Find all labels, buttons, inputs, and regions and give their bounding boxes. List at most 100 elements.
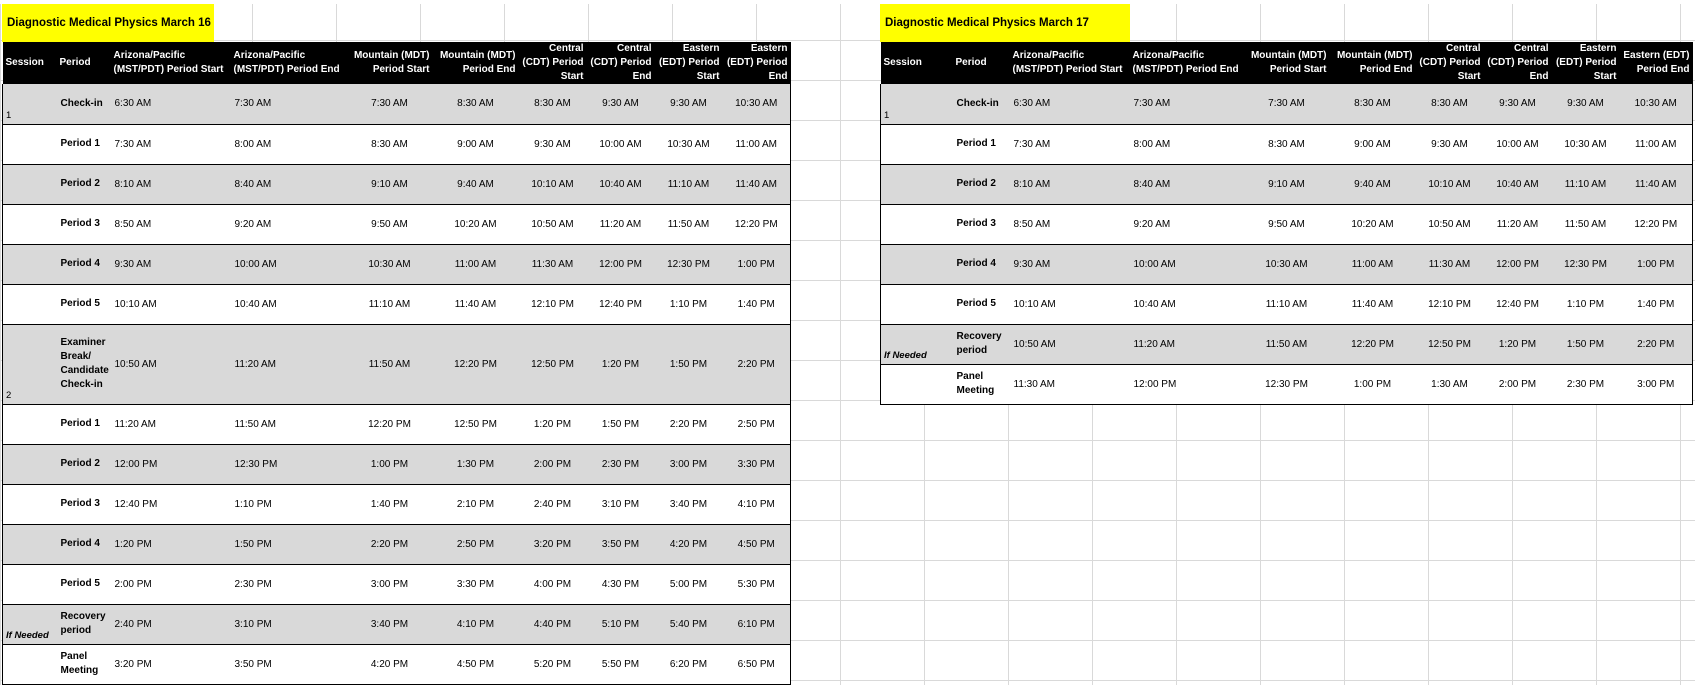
schedule-title[interactable]: Diagnostic Medical Physics March 17	[880, 4, 1130, 42]
time-cell[interactable]: 9:40 AM	[1329, 164, 1416, 205]
time-cell[interactable]: 2:50 PM	[432, 524, 519, 565]
time-cell[interactable]: 4:30 PM	[586, 564, 655, 605]
session-cell[interactable]: 1	[880, 84, 953, 125]
time-cell[interactable]: 7:30 AM	[1129, 84, 1244, 125]
time-cell[interactable]: 10:40 AM	[1129, 284, 1244, 325]
time-cell[interactable]: 9:50 AM	[1243, 204, 1330, 245]
time-cell[interactable]: 3:00 PM	[1619, 364, 1693, 405]
time-cell[interactable]: 2:00 PM	[518, 444, 587, 485]
time-cell[interactable]: 10:30 AM	[654, 124, 723, 165]
period-cell[interactable]: Period 2	[952, 164, 1010, 205]
time-cell[interactable]: 4:50 PM	[722, 524, 791, 565]
column-header-2[interactable]: Arizona/Pacific (MST/PDT) Period Start	[110, 42, 231, 84]
time-cell[interactable]: 11:40 AM	[722, 164, 791, 205]
time-cell[interactable]: 10:30 AM	[346, 244, 433, 285]
time-cell[interactable]: 11:50 AM	[346, 324, 433, 405]
time-cell[interactable]: 4:00 PM	[518, 564, 587, 605]
column-header-8[interactable]: Eastern (EDT) Period Start	[654, 42, 723, 84]
time-cell[interactable]: 9:30 AM	[518, 124, 587, 165]
column-header-4[interactable]: Mountain (MDT) Period Start	[346, 42, 433, 84]
time-cell[interactable]: 12:30 PM	[230, 444, 347, 485]
time-cell[interactable]: 9:30 AM	[110, 244, 231, 285]
time-cell[interactable]: 12:20 PM	[722, 204, 791, 245]
time-cell[interactable]: 5:00 PM	[654, 564, 723, 605]
time-cell[interactable]: 1:00 PM	[346, 444, 433, 485]
time-cell[interactable]: 10:00 AM	[586, 124, 655, 165]
time-cell[interactable]: 2:20 PM	[346, 524, 433, 565]
time-cell[interactable]: 11:50 AM	[1243, 324, 1330, 365]
time-cell[interactable]: 6:30 AM	[1009, 84, 1130, 125]
period-cell[interactable]: Period 5	[952, 284, 1010, 325]
time-cell[interactable]: 8:10 AM	[1009, 164, 1130, 205]
time-cell[interactable]: 3:10 PM	[586, 484, 655, 525]
time-cell[interactable]: 10:10 AM	[518, 164, 587, 205]
time-cell[interactable]: 3:50 PM	[586, 524, 655, 565]
time-cell[interactable]: 12:20 PM	[346, 404, 433, 445]
time-cell[interactable]: 9:40 AM	[432, 164, 519, 205]
time-cell[interactable]: 9:50 AM	[346, 204, 433, 245]
period-cell[interactable]: Examiner Break/ Candidate Check-in	[56, 324, 111, 405]
session-cell[interactable]	[2, 204, 57, 245]
time-cell[interactable]: 10:10 AM	[1415, 164, 1484, 205]
time-cell[interactable]: 3:30 PM	[722, 444, 791, 485]
time-cell[interactable]: 8:00 AM	[230, 124, 347, 165]
time-cell[interactable]: 2:40 PM	[518, 484, 587, 525]
schedule-title[interactable]: Diagnostic Medical Physics March 16	[2, 4, 214, 42]
time-cell[interactable]: 1:10 PM	[1551, 284, 1620, 325]
column-header-9[interactable]: Eastern (EDT) Period End	[722, 42, 791, 84]
time-cell[interactable]: 1:10 PM	[654, 284, 723, 325]
time-cell[interactable]: 8:30 AM	[1243, 124, 1330, 165]
time-cell[interactable]: 11:40 AM	[1619, 164, 1693, 205]
time-cell[interactable]: 11:30 AM	[518, 244, 587, 285]
time-cell[interactable]: 4:50 PM	[432, 644, 519, 685]
time-cell[interactable]: 4:10 PM	[722, 484, 791, 525]
time-cell[interactable]: 10:00 AM	[1483, 124, 1552, 165]
time-cell[interactable]: 5:20 PM	[518, 644, 587, 685]
period-cell[interactable]: Period 2	[56, 164, 111, 205]
column-header-1[interactable]: Period	[56, 42, 111, 84]
time-cell[interactable]: 12:00 PM	[110, 444, 231, 485]
time-cell[interactable]: 8:30 AM	[1329, 84, 1416, 125]
time-cell[interactable]: 10:00 AM	[230, 244, 347, 285]
time-cell[interactable]: 1:30 AM	[1415, 364, 1484, 405]
time-cell[interactable]: 11:40 AM	[432, 284, 519, 325]
time-cell[interactable]: 1:40 PM	[346, 484, 433, 525]
time-cell[interactable]: 4:20 PM	[654, 524, 723, 565]
time-cell[interactable]: 12:20 PM	[432, 324, 519, 405]
time-cell[interactable]: 3:00 PM	[346, 564, 433, 605]
period-cell[interactable]: Period 1	[56, 404, 111, 445]
column-header-0[interactable]: Session	[880, 42, 953, 84]
time-cell[interactable]: 7:30 AM	[110, 124, 231, 165]
time-cell[interactable]: 2:20 PM	[654, 404, 723, 445]
time-cell[interactable]: 1:00 PM	[722, 244, 791, 285]
time-cell[interactable]: 11:00 AM	[722, 124, 791, 165]
time-cell[interactable]: 8:10 AM	[110, 164, 231, 205]
time-cell[interactable]: 10:40 AM	[1483, 164, 1552, 205]
time-cell[interactable]: 11:10 AM	[1551, 164, 1620, 205]
period-cell[interactable]: Check-in	[952, 84, 1010, 125]
time-cell[interactable]: 8:30 AM	[1415, 84, 1484, 125]
time-cell[interactable]: 1:50 PM	[230, 524, 347, 565]
time-cell[interactable]: 9:10 AM	[346, 164, 433, 205]
period-cell[interactable]: Period 2	[56, 444, 111, 485]
period-cell[interactable]: Check-in	[56, 84, 111, 125]
time-cell[interactable]: 9:10 AM	[1243, 164, 1330, 205]
period-cell[interactable]: Panel Meeting	[952, 364, 1010, 405]
period-cell[interactable]: Panel Meeting	[56, 644, 111, 685]
time-cell[interactable]: 5:40 PM	[654, 604, 723, 645]
time-cell[interactable]: 11:00 AM	[1329, 244, 1416, 285]
time-cell[interactable]: 9:20 AM	[230, 204, 347, 245]
time-cell[interactable]: 2:10 PM	[432, 484, 519, 525]
session-cell[interactable]	[2, 564, 57, 605]
period-cell[interactable]: Period 4	[56, 244, 111, 285]
time-cell[interactable]: 4:10 PM	[432, 604, 519, 645]
time-cell[interactable]: 8:30 AM	[432, 84, 519, 125]
time-cell[interactable]: 12:20 PM	[1619, 204, 1693, 245]
time-cell[interactable]: 2:00 PM	[110, 564, 231, 605]
time-cell[interactable]: 10:20 AM	[1329, 204, 1416, 245]
time-cell[interactable]: 4:20 PM	[346, 644, 433, 685]
period-cell[interactable]: Period 3	[56, 204, 111, 245]
time-cell[interactable]: 10:10 AM	[110, 284, 231, 325]
time-cell[interactable]: 2:00 PM	[1483, 364, 1552, 405]
column-header-6[interactable]: Central (CDT) Period Start	[1415, 42, 1484, 84]
